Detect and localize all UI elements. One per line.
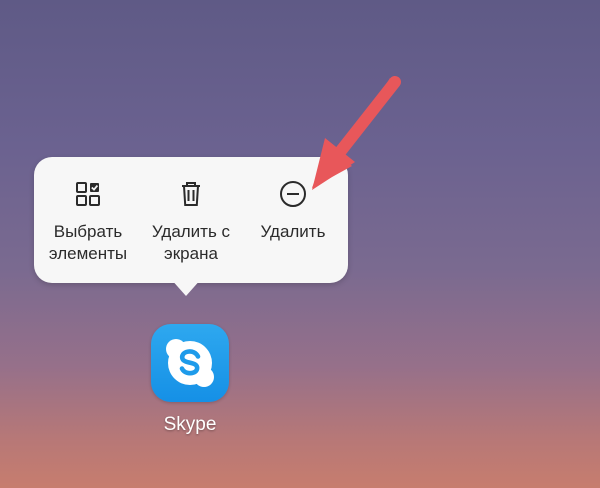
app-label: Skype	[163, 414, 217, 435]
trash-icon	[176, 179, 206, 209]
context-menu-pointer	[170, 278, 202, 296]
app-context-menu: Выбрать элементы Удалить с экрана Удалит…	[34, 157, 348, 283]
select-items-button[interactable]: Выбрать элементы	[40, 179, 136, 265]
skype-app-shortcut[interactable]: Skype	[150, 324, 230, 436]
remove-from-screen-button[interactable]: Удалить с экрана	[138, 179, 244, 265]
select-items-icon	[73, 179, 103, 209]
skype-icon[interactable]	[151, 324, 229, 402]
minus-circle-icon	[278, 179, 308, 209]
uninstall-button[interactable]: Удалить	[248, 179, 338, 243]
select-items-label: Выбрать элементы	[48, 222, 128, 263]
uninstall-label: Удалить	[260, 222, 326, 241]
remove-from-screen-label: Удалить с экрана	[151, 222, 231, 263]
